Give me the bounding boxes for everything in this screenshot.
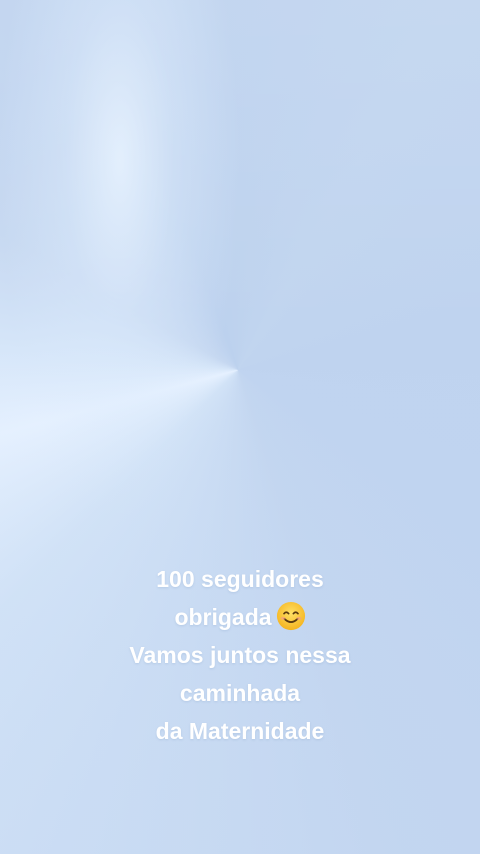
smiling-face-icon xyxy=(276,601,305,631)
caption-line-4: caminhada xyxy=(179,680,301,706)
caption-line-3: Vamos juntos nessa xyxy=(129,642,351,668)
story-caption: 100 seguidores obrigada Vamos juntos nes… xyxy=(0,560,480,750)
caption-line-1: 100 seguidores xyxy=(156,566,324,592)
caption-line-5: da Maternidade xyxy=(155,718,325,744)
caption-line-2-text: obrigada xyxy=(174,604,272,630)
caption-line-2: obrigada xyxy=(0,598,480,636)
